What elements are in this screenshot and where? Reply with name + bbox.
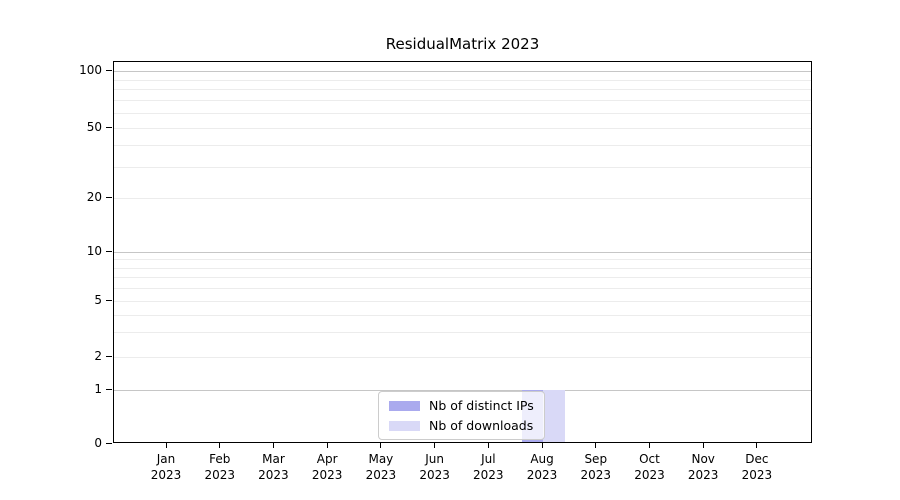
- y-tick-mark: [106, 251, 112, 252]
- minor-gridline: [114, 277, 811, 278]
- y-tick-label: 5: [61, 293, 102, 307]
- plot-area: [113, 61, 812, 443]
- minor-gridline: [114, 167, 811, 168]
- y-tick-label: 50: [61, 120, 102, 134]
- minor-gridline: [114, 332, 811, 333]
- legend-label-distinct-ips: Nb of distinct IPs: [429, 398, 534, 413]
- x-tick-label: Dec2023: [725, 451, 789, 483]
- legend-label-downloads: Nb of downloads: [429, 418, 533, 433]
- legend-item-distinct-ips: Nb of distinct IPs: [389, 398, 534, 413]
- minor-gridline: [114, 288, 811, 289]
- minor-gridline: [114, 357, 811, 358]
- legend: Nb of distinct IPs Nb of downloads: [378, 391, 545, 440]
- y-tick-mark: [106, 70, 112, 71]
- minor-gridline: [114, 198, 811, 199]
- x-tick-month: Dec: [725, 451, 789, 467]
- x-tick-mark: [166, 443, 167, 448]
- x-tick-mark: [219, 443, 220, 448]
- major-gridline: [114, 252, 811, 253]
- x-tick-mark: [380, 443, 381, 448]
- minor-gridline: [114, 89, 811, 90]
- bar-downloads: [543, 390, 565, 442]
- x-tick-year: 2023: [725, 467, 789, 483]
- minor-gridline: [114, 301, 811, 302]
- figure: ResidualMatrix 2023 0125102050100Jan2023…: [0, 0, 900, 500]
- legend-swatch-distinct-ips: [389, 401, 420, 411]
- minor-gridline: [114, 80, 811, 81]
- x-tick-mark: [273, 443, 274, 448]
- legend-item-downloads: Nb of downloads: [389, 418, 534, 433]
- x-tick-mark: [434, 443, 435, 448]
- x-tick-mark: [756, 443, 757, 448]
- y-tick-mark: [106, 127, 112, 128]
- minor-gridline: [114, 268, 811, 269]
- y-tick-label: 10: [61, 244, 102, 258]
- minor-gridline: [114, 145, 811, 146]
- y-tick-label: 2: [61, 349, 102, 363]
- minor-gridline: [114, 100, 811, 101]
- minor-gridline: [114, 315, 811, 316]
- minor-gridline: [114, 128, 811, 129]
- x-tick-mark: [649, 443, 650, 448]
- y-tick-label: 1: [61, 382, 102, 396]
- y-tick-mark: [106, 356, 112, 357]
- y-tick-mark: [106, 300, 112, 301]
- chart-title: ResidualMatrix 2023: [113, 35, 812, 53]
- x-tick-mark: [542, 443, 543, 448]
- x-tick-mark: [327, 443, 328, 448]
- y-tick-mark: [106, 389, 112, 390]
- y-tick-label: 20: [61, 190, 102, 204]
- y-tick-label: 100: [61, 63, 102, 77]
- x-tick-mark: [595, 443, 596, 448]
- y-tick-label: 0: [61, 436, 102, 450]
- major-gridline: [114, 71, 811, 72]
- legend-swatch-downloads: [389, 421, 420, 431]
- minor-gridline: [114, 259, 811, 260]
- minor-gridline: [114, 113, 811, 114]
- x-tick-mark: [703, 443, 704, 448]
- y-tick-mark: [106, 197, 112, 198]
- x-tick-mark: [488, 443, 489, 448]
- y-tick-mark: [106, 443, 112, 444]
